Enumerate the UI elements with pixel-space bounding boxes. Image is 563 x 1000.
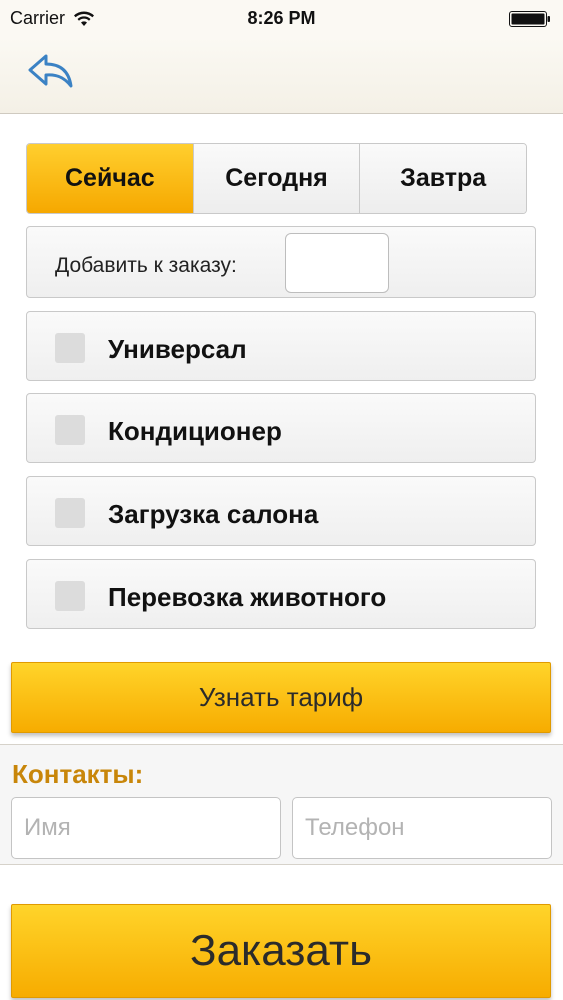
phone-field[interactable]: [292, 797, 552, 859]
option-air-conditioner[interactable]: Кондиционер: [26, 393, 536, 463]
option-label: Кондиционер: [108, 416, 282, 446]
name-field[interactable]: [11, 797, 281, 859]
pet-transport-checkbox[interactable]: [55, 581, 85, 611]
option-station-wagon[interactable]: Универсал: [26, 311, 536, 381]
get-tariff-button[interactable]: Узнать тариф: [11, 662, 551, 733]
option-cabin-loading[interactable]: Загрузка салона: [26, 476, 536, 546]
divider: [0, 864, 563, 865]
add-to-order-panel: Добавить к заказу:: [26, 226, 536, 298]
tab-now[interactable]: Сейчас: [27, 144, 194, 213]
air-conditioner-checkbox[interactable]: [55, 415, 85, 445]
battery-icon: [509, 11, 550, 27]
order-button[interactable]: Заказать: [11, 904, 551, 998]
contacts-title: Контакты:: [12, 759, 144, 789]
station-wagon-checkbox[interactable]: [55, 333, 85, 363]
tab-tomorrow[interactable]: Завтра: [360, 144, 526, 213]
back-arrow-icon[interactable]: [26, 52, 76, 92]
nav-bar: [0, 38, 563, 114]
option-label: Универсал: [108, 334, 247, 364]
add-to-order-input[interactable]: [285, 233, 389, 293]
option-pet-transport[interactable]: Перевозка животного: [26, 559, 536, 629]
option-label: Перевозка животного: [108, 582, 387, 612]
status-time: 8:26 PM: [247, 8, 316, 28]
divider: [0, 744, 563, 745]
cabin-loading-checkbox[interactable]: [55, 498, 85, 528]
time-segmented-control: Сейчас Сегодня Завтра: [26, 143, 527, 214]
add-to-order-label: Добавить к заказу:: [55, 254, 237, 277]
option-label: Загрузка салона: [108, 499, 319, 529]
tab-today[interactable]: Сегодня: [193, 144, 361, 213]
status-bar: Carrier 8:26 PM: [0, 0, 563, 38]
